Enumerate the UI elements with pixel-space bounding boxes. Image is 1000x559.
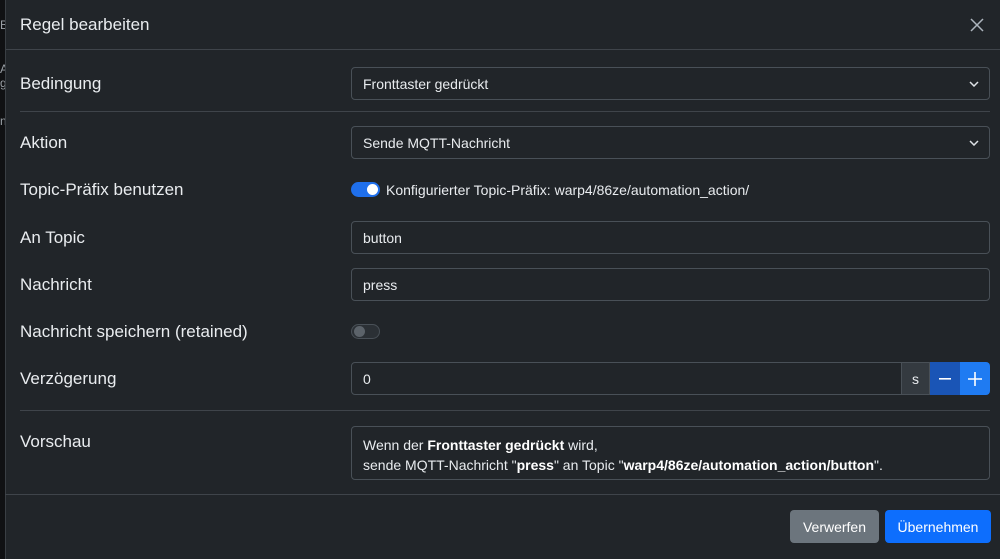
- retain-label: Nachricht speichern (retained): [20, 321, 248, 341]
- message-label: Nachricht: [20, 274, 92, 294]
- delay-input[interactable]: 0: [351, 362, 902, 395]
- preview-text: wird,: [564, 437, 598, 453]
- divider: [20, 111, 990, 112]
- message-row: Nachricht press: [20, 268, 990, 301]
- delay-label: Verzögerung: [20, 368, 117, 388]
- condition-select[interactable]: Fronttaster gedrückt: [351, 67, 990, 100]
- condition-row: Bedingung Fronttaster gedrückt: [20, 67, 990, 100]
- message-input[interactable]: press: [351, 268, 990, 301]
- condition-value: Fronttaster gedrückt: [363, 75, 489, 92]
- topic-input[interactable]: button: [351, 221, 990, 254]
- delay-row: Verzögerung 0 s: [20, 362, 990, 395]
- preview-text: Wenn der: [363, 437, 428, 453]
- preview-line-2: sende MQTT-Nachricht "press" an Topic "w…: [363, 455, 978, 475]
- topic-row: An Topic button: [20, 221, 990, 254]
- topic-prefix-control: Konfigurierter Topic-Präfix: warp4/86ze/…: [351, 182, 990, 198]
- delay-unit: s: [902, 362, 930, 395]
- action-select[interactable]: Sende MQTT-Nachricht: [351, 126, 990, 159]
- preview-label: Vorschau: [20, 432, 91, 451]
- discard-button[interactable]: Verwerfen: [790, 510, 879, 543]
- action-row: Aktion Sende MQTT-Nachricht: [20, 126, 990, 159]
- action-value: Sende MQTT-Nachricht: [363, 134, 511, 151]
- toggle-knob: [367, 184, 378, 195]
- modal-header: Regel bearbeiten: [6, 0, 1000, 50]
- topic-prefix-label: Topic-Präfix benutzen: [20, 179, 184, 199]
- toggle-knob: [354, 326, 365, 337]
- chevron-down-icon: [969, 139, 979, 146]
- decrement-button[interactable]: [930, 362, 960, 395]
- preview-text: sende MQTT-Nachricht ": [363, 457, 517, 473]
- topic-prefix-toggle[interactable]: [351, 182, 380, 197]
- preview-row: Vorschau Wenn der Fronttaster gedrückt w…: [20, 426, 990, 480]
- topic-value: button: [363, 229, 402, 246]
- delay-value: 0: [363, 370, 371, 387]
- preview-box: Wenn der Fronttaster gedrückt wird, send…: [351, 426, 990, 480]
- apply-button[interactable]: Übernehmen: [885, 510, 991, 543]
- preview-topic: warp4/86ze/automation_action/button: [623, 457, 875, 473]
- retain-control: [351, 324, 990, 339]
- delay-input-group: 0 s: [351, 362, 990, 395]
- divider: [20, 410, 990, 411]
- action-label: Aktion: [20, 132, 68, 152]
- close-icon: [970, 17, 984, 32]
- modal-title: Regel bearbeiten: [20, 14, 150, 34]
- preview-line-1: Wenn der Fronttaster gedrückt wird,: [363, 435, 978, 455]
- increment-button[interactable]: [960, 362, 990, 395]
- topic-prefix-row: Topic-Präfix benutzen Konfigurierter Top…: [20, 173, 990, 206]
- retain-row: Nachricht speichern (retained): [20, 315, 990, 348]
- message-value: press: [363, 276, 398, 293]
- retain-toggle[interactable]: [351, 324, 380, 339]
- plus-icon: [968, 371, 982, 386]
- preview-condition: Fronttaster gedrückt: [427, 437, 565, 453]
- preview-text: ".: [874, 457, 883, 473]
- footer-divider: [5, 494, 1000, 495]
- preview-text: " an Topic ": [553, 457, 624, 473]
- preview-message: press: [516, 457, 554, 473]
- condition-label: Bedingung: [20, 73, 102, 93]
- topic-label: An Topic: [20, 227, 85, 247]
- close-button[interactable]: [962, 10, 992, 40]
- minus-icon: [939, 377, 951, 380]
- edit-rule-modal: Regel bearbeiten Bedingung Fronttaster g…: [5, 0, 1000, 559]
- topic-prefix-text: Konfigurierter Topic-Präfix: warp4/86ze/…: [386, 181, 750, 198]
- chevron-down-icon: [969, 80, 979, 87]
